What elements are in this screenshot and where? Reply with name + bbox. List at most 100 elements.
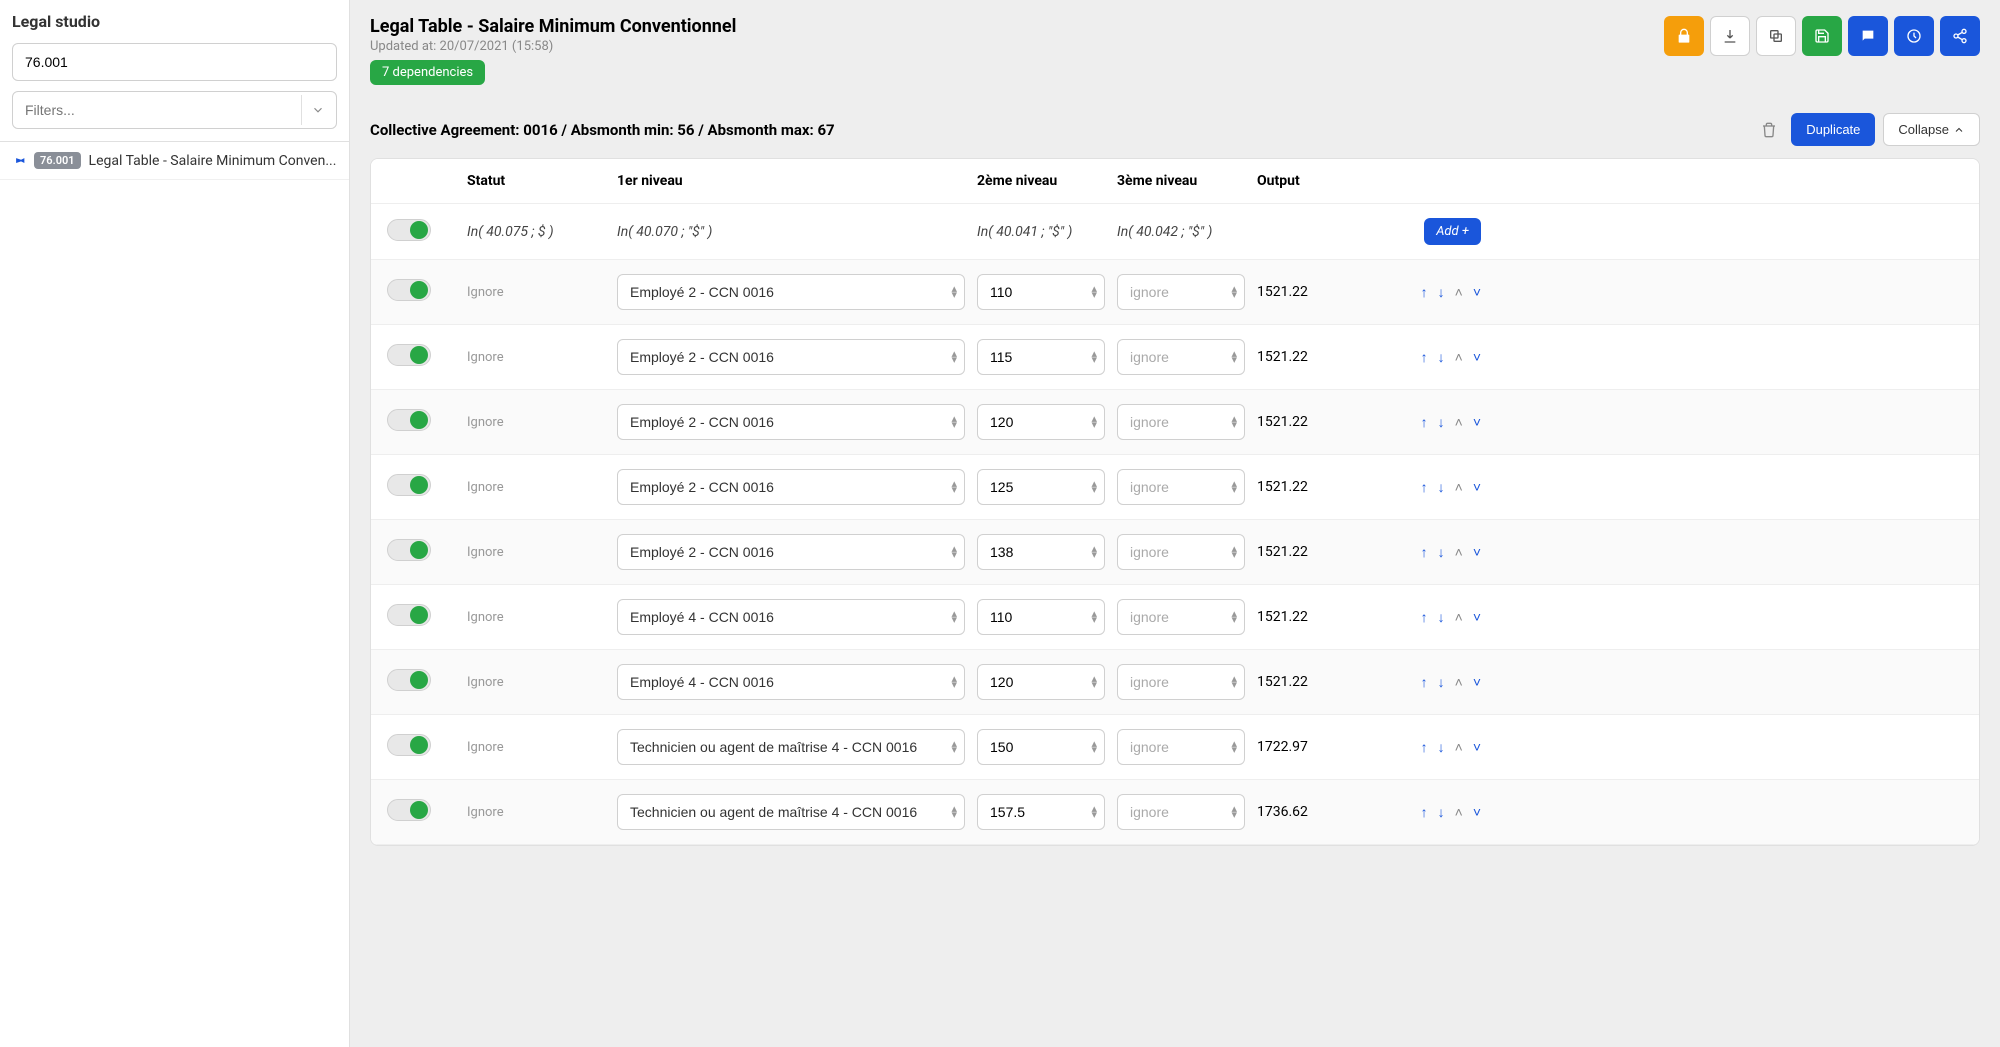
sidebar-item[interactable]: 76.001 Legal Table - Salaire Minimum Con…: [0, 142, 349, 180]
delete-section-button[interactable]: [1755, 116, 1783, 144]
row-toggle[interactable]: [387, 604, 431, 626]
output-value: 1736.62: [1257, 804, 1308, 820]
expand-row-button[interactable]: ˅: [1473, 349, 1481, 366]
expand-row-button[interactable]: ˅: [1473, 414, 1481, 431]
row-toggle[interactable]: [387, 409, 431, 431]
dependencies-badge[interactable]: 7 dependencies: [370, 60, 485, 85]
n3-input[interactable]: [1117, 664, 1245, 700]
n2-input[interactable]: [977, 274, 1105, 310]
collapse-row-button[interactable]: ˄: [1455, 739, 1463, 756]
move-up-button[interactable]: ↑: [1421, 739, 1428, 756]
n1-select[interactable]: [617, 729, 965, 765]
n3-input[interactable]: [1117, 729, 1245, 765]
duplicate-button[interactable]: Duplicate: [1791, 113, 1875, 146]
search-input[interactable]: [12, 43, 337, 81]
row-toggle[interactable]: [387, 669, 431, 691]
move-down-button[interactable]: ↓: [1438, 349, 1445, 366]
table-row: Ignore ▴▾ ▴▾ ▴▾ 1722.97 ↑ ↓ ˄ ˅: [371, 715, 1979, 780]
section-title: Collective Agreement: 0016 / Absmonth mi…: [370, 121, 835, 139]
expand-row-button[interactable]: ˅: [1473, 674, 1481, 691]
n3-input[interactable]: [1117, 794, 1245, 830]
copy-button[interactable]: [1756, 16, 1796, 56]
move-down-button[interactable]: ↓: [1438, 804, 1445, 821]
n1-select[interactable]: [617, 339, 965, 375]
expand-row-button[interactable]: ˅: [1473, 479, 1481, 496]
n1-select[interactable]: [617, 664, 965, 700]
collapse-button[interactable]: Collapse: [1883, 113, 1980, 146]
move-up-button[interactable]: ↑: [1421, 349, 1428, 366]
n1-select[interactable]: [617, 599, 965, 635]
comment-button[interactable]: [1848, 16, 1888, 56]
move-down-button[interactable]: ↓: [1438, 739, 1445, 756]
share-button[interactable]: [1940, 16, 1980, 56]
n2-input[interactable]: [977, 599, 1105, 635]
output-value: 1722.97: [1257, 739, 1308, 755]
row-toggle[interactable]: [387, 344, 431, 366]
n1-select[interactable]: [617, 404, 965, 440]
n2-input[interactable]: [977, 534, 1105, 570]
row-toggle[interactable]: [387, 474, 431, 496]
row-toggle[interactable]: [387, 734, 431, 756]
collapse-row-button[interactable]: ˄: [1455, 544, 1463, 561]
collapse-row-button[interactable]: ˄: [1455, 609, 1463, 626]
toggle-dot-icon: [410, 346, 428, 364]
sidebar-title: Legal studio: [12, 12, 337, 31]
filters-input[interactable]: [12, 91, 337, 129]
expand-row-button[interactable]: ˅: [1473, 544, 1481, 561]
collapse-row-button[interactable]: ˄: [1455, 804, 1463, 821]
add-row-button[interactable]: Add +: [1424, 218, 1481, 245]
n3-input[interactable]: [1117, 274, 1245, 310]
collapse-row-button[interactable]: ˄: [1455, 284, 1463, 301]
lock-button[interactable]: [1664, 16, 1704, 56]
n2-input[interactable]: [977, 404, 1105, 440]
move-down-button[interactable]: ↓: [1438, 544, 1445, 561]
row-toggle[interactable]: [387, 539, 431, 561]
col-n3: 3ème niveau: [1111, 173, 1251, 189]
stepper-icon: ▴▾: [1231, 611, 1237, 623]
move-down-button[interactable]: ↓: [1438, 284, 1445, 301]
statut-value: Ignore: [467, 480, 504, 495]
n2-input[interactable]: [977, 339, 1105, 375]
move-down-button[interactable]: ↓: [1438, 479, 1445, 496]
row-toggle[interactable]: [387, 799, 431, 821]
n2-input[interactable]: [977, 729, 1105, 765]
move-up-button[interactable]: ↑: [1421, 284, 1428, 301]
move-up-button[interactable]: ↑: [1421, 804, 1428, 821]
save-button[interactable]: [1802, 16, 1842, 56]
n3-input[interactable]: [1117, 599, 1245, 635]
expand-row-button[interactable]: ˅: [1473, 804, 1481, 821]
expand-row-button[interactable]: ˅: [1473, 284, 1481, 301]
move-up-button[interactable]: ↑: [1421, 609, 1428, 626]
n1-select[interactable]: [617, 534, 965, 570]
collapse-row-button[interactable]: ˄: [1455, 479, 1463, 496]
move-up-button[interactable]: ↑: [1421, 414, 1428, 431]
n3-input[interactable]: [1117, 339, 1245, 375]
history-button[interactable]: [1894, 16, 1934, 56]
n1-select[interactable]: [617, 469, 965, 505]
row-toggle[interactable]: [387, 219, 431, 241]
move-up-button[interactable]: ↑: [1421, 479, 1428, 496]
n2-input[interactable]: [977, 469, 1105, 505]
n2-input[interactable]: [977, 664, 1105, 700]
expand-row-button[interactable]: ˅: [1473, 739, 1481, 756]
download-button[interactable]: [1710, 16, 1750, 56]
move-down-button[interactable]: ↓: [1438, 674, 1445, 691]
row-toggle[interactable]: [387, 279, 431, 301]
stepper-icon: ▴▾: [1091, 546, 1097, 558]
move-up-button[interactable]: ↑: [1421, 674, 1428, 691]
collapse-row-button[interactable]: ˄: [1455, 349, 1463, 366]
n3-input[interactable]: [1117, 534, 1245, 570]
n3-input[interactable]: [1117, 469, 1245, 505]
n1-select[interactable]: [617, 794, 965, 830]
collapse-row-button[interactable]: ˄: [1455, 414, 1463, 431]
filters-dropdown-toggle[interactable]: [301, 95, 333, 125]
n1-select[interactable]: [617, 274, 965, 310]
n2-input[interactable]: [977, 794, 1105, 830]
move-down-button[interactable]: ↓: [1438, 414, 1445, 431]
statut-value: Ignore: [467, 740, 504, 755]
move-down-button[interactable]: ↓: [1438, 609, 1445, 626]
collapse-row-button[interactable]: ˄: [1455, 674, 1463, 691]
expand-row-button[interactable]: ˅: [1473, 609, 1481, 626]
n3-input[interactable]: [1117, 404, 1245, 440]
move-up-button[interactable]: ↑: [1421, 544, 1428, 561]
